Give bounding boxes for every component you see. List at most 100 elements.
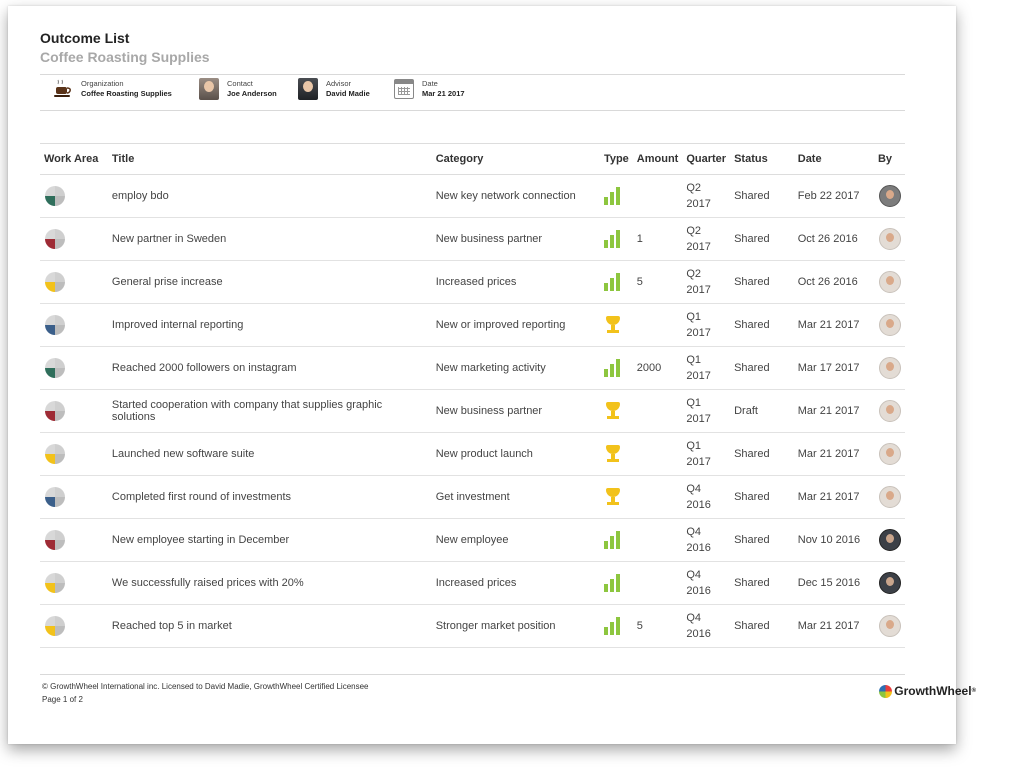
- contact-avatar: [198, 78, 220, 100]
- outcome-quarter: Q2 2017: [682, 217, 731, 261]
- bar-chart-icon: [603, 574, 629, 592]
- meta-organization: Organization Coffee Roasting Supplies: [52, 76, 172, 102]
- column-header-category[interactable]: Category: [431, 143, 600, 175]
- outcome-amount: [632, 174, 683, 218]
- outcome-status: Shared: [730, 346, 794, 390]
- outcome-quarter: Q2 2017: [682, 260, 731, 304]
- column-header-quarter[interactable]: Quarter: [682, 143, 731, 175]
- outcome-status: Shared: [730, 260, 794, 304]
- work-area-icon: [45, 401, 65, 421]
- outcome-quarter: Q4 2016: [682, 475, 731, 519]
- table-row[interactable]: Completed first round of investments Get…: [40, 475, 905, 519]
- meta-organization-label: Organization: [81, 79, 124, 88]
- table-row[interactable]: We successfully raised prices with 20% I…: [40, 561, 905, 605]
- table-row[interactable]: Launched new software suite New product …: [40, 432, 905, 476]
- outcome-title[interactable]: Started cooperation with company that su…: [107, 389, 432, 433]
- outcome-status: Shared: [730, 174, 794, 218]
- outcome-status: Shared: [730, 561, 794, 605]
- work-area-icon: [45, 616, 65, 636]
- outcome-date: Nov 10 2016: [793, 518, 874, 562]
- outcome-amount: [632, 389, 683, 433]
- outcome-status: Shared: [730, 604, 794, 648]
- meta-advisor-label: Advisor: [326, 79, 352, 88]
- outcome-quarter: Q1 2017: [682, 303, 731, 347]
- outcome-category: New or improved reporting: [431, 303, 600, 347]
- author-avatar: [878, 572, 901, 594]
- trophy-icon: [604, 444, 622, 464]
- table-row[interactable]: Reached 2000 followers on instagram New …: [40, 346, 905, 390]
- outcome-amount: [632, 303, 683, 347]
- outcome-title[interactable]: We successfully raised prices with 20%: [107, 561, 432, 605]
- bar-chart-icon: [603, 187, 629, 205]
- table-row[interactable]: New employee starting in December New em…: [40, 518, 905, 562]
- coffee-cup-icon: [52, 78, 74, 100]
- outcome-category: New business partner: [431, 217, 600, 261]
- brand-name: GrowthWheel: [894, 684, 972, 698]
- table-header-row: Work Area Title Category Type Amount Qua…: [40, 143, 905, 175]
- outcome-status: Shared: [730, 303, 794, 347]
- growthwheel-logo: GrowthWheel ®: [879, 684, 976, 698]
- meta-advisor: Advisor David Madie: [297, 76, 370, 102]
- outcome-title[interactable]: employ bdo: [107, 174, 432, 218]
- outcome-quarter: Q4 2016: [682, 604, 731, 648]
- outcome-status: Shared: [730, 217, 794, 261]
- outcome-amount: 1: [632, 217, 683, 261]
- outcome-date: Mar 21 2017: [793, 475, 874, 519]
- outcome-date: Oct 26 2016: [793, 217, 874, 261]
- work-area-icon: [45, 573, 65, 593]
- work-area-icon: [45, 530, 65, 550]
- outcome-category: Increased prices: [431, 260, 600, 304]
- column-header-status[interactable]: Status: [730, 143, 794, 175]
- author-avatar: [878, 314, 901, 336]
- meta-date-label: Date: [422, 79, 438, 88]
- outcome-amount: 5: [632, 604, 683, 648]
- column-header-amount[interactable]: Amount: [632, 143, 683, 175]
- work-area-icon: [45, 358, 65, 378]
- page-title: Outcome List: [40, 30, 130, 46]
- bar-chart-icon: [603, 273, 629, 291]
- work-area-icon: [45, 315, 65, 335]
- author-avatar: [878, 615, 901, 637]
- bar-chart-icon: [603, 359, 629, 377]
- work-area-icon: [45, 229, 65, 249]
- outcome-date: Oct 26 2016: [793, 260, 874, 304]
- meta-divider: [40, 110, 905, 111]
- column-header-date[interactable]: Date: [793, 143, 874, 175]
- outcome-category: Increased prices: [431, 561, 600, 605]
- outcome-title[interactable]: General prise increase: [107, 260, 432, 304]
- outcome-title[interactable]: Completed first round of investments: [107, 475, 432, 519]
- table-row[interactable]: General prise increase Increased prices …: [40, 260, 905, 304]
- author-avatar: [878, 228, 901, 250]
- calendar-icon: [393, 78, 415, 100]
- author-avatar: [878, 185, 901, 207]
- trophy-icon: [604, 401, 622, 421]
- outcome-date: Mar 21 2017: [793, 389, 874, 433]
- table-row[interactable]: employ bdo New key network connection Q2…: [40, 174, 905, 218]
- column-header-by[interactable]: By: [873, 143, 905, 175]
- outcome-category: New business partner: [431, 389, 600, 433]
- work-area-icon: [45, 272, 65, 292]
- outcome-category: New employee: [431, 518, 600, 562]
- meta-date: Date Mar 21 2017: [393, 76, 465, 102]
- outcome-title[interactable]: Improved internal reporting: [107, 303, 432, 347]
- outcome-title[interactable]: New employee starting in December: [107, 518, 432, 562]
- author-avatar: [878, 400, 901, 422]
- meta-date-value: Mar 21 2017: [422, 89, 465, 98]
- outcome-title[interactable]: New partner in Sweden: [107, 217, 432, 261]
- table-row[interactable]: Improved internal reporting New or impro…: [40, 303, 905, 347]
- table-row[interactable]: Reached top 5 in market Stronger market …: [40, 604, 905, 648]
- outcome-title[interactable]: Reached 2000 followers on instagram: [107, 346, 432, 390]
- author-avatar: [878, 486, 901, 508]
- table-row[interactable]: Started cooperation with company that su…: [40, 389, 905, 433]
- outcome-amount: 5: [632, 260, 683, 304]
- outcome-title[interactable]: Launched new software suite: [107, 432, 432, 476]
- table-row[interactable]: New partner in Sweden New business partn…: [40, 217, 905, 261]
- column-header-work-area[interactable]: Work Area: [40, 143, 108, 175]
- outcome-status: Shared: [730, 518, 794, 562]
- column-header-title[interactable]: Title: [107, 143, 432, 175]
- outcome-date: Dec 15 2016: [793, 561, 874, 605]
- page-subtitle: Coffee Roasting Supplies: [40, 49, 210, 65]
- author-avatar: [878, 271, 901, 293]
- outcome-title[interactable]: Reached top 5 in market: [107, 604, 432, 648]
- column-header-type[interactable]: Type: [599, 143, 633, 175]
